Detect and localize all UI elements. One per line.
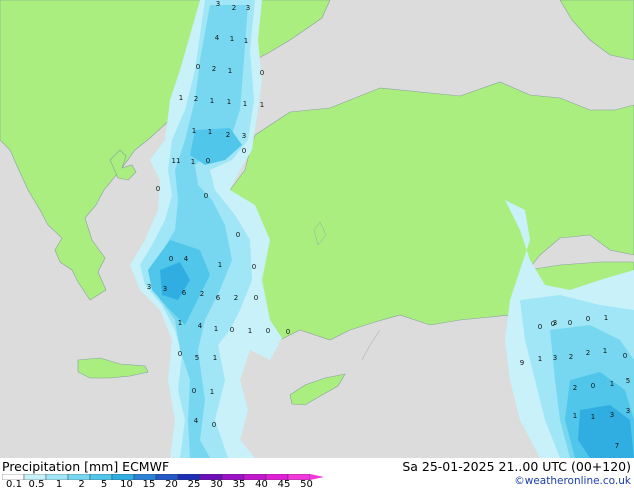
precip-value: 4 <box>184 255 189 263</box>
precip-value: 2 <box>226 131 230 139</box>
precip-value: 5 <box>626 377 630 385</box>
precip-value: 11 <box>172 157 181 165</box>
precip-value: 1 <box>243 100 247 108</box>
precip-value: 0 <box>196 63 200 71</box>
precip-value: 1 <box>610 380 614 388</box>
precip-value: 1 <box>603 347 607 355</box>
scale-tick-label: 2 <box>78 479 85 490</box>
precip-value: 1 <box>244 37 248 45</box>
precip-value: 2 <box>573 384 577 392</box>
precip-value: 1 <box>179 94 183 102</box>
scale-tick-label: 30 <box>210 479 223 490</box>
precip-value: 2 <box>586 349 590 357</box>
precip-value: 4 <box>194 417 199 425</box>
scale-tick-label: 50 <box>300 479 313 490</box>
precip-value: 0 <box>254 294 258 302</box>
precip-value: 0 <box>242 147 246 155</box>
precip-value: 0 <box>230 326 234 334</box>
precip-value: 3 <box>610 411 614 419</box>
scale-tick-label: 40 <box>255 479 268 490</box>
precip-value: 1 <box>248 327 252 335</box>
precip-value: 3 <box>246 4 250 12</box>
scale-tick-label: 45 <box>277 479 291 490</box>
scale-tick-label: 5 <box>100 479 108 490</box>
precip-value: 3 <box>242 132 246 140</box>
precip-value: 0 <box>286 328 290 336</box>
precip-value: 1 <box>191 158 195 166</box>
scale-tick-label: 1 <box>55 479 63 490</box>
precip-value: 1 <box>210 388 214 396</box>
precip-value: 3 <box>626 407 630 415</box>
precip-value: 1 <box>227 98 231 106</box>
scale-tick-label: 35 <box>232 479 246 490</box>
precip-value: 1 <box>178 319 182 327</box>
precipitation-map: 2 334 1 12 1001 2 1 1 1 11 1 2 3011 1 0000401 03 3 6 2 6 2 04… <box>0 0 634 458</box>
precip-value: 1 <box>192 127 196 135</box>
precip-value: 0 <box>260 69 264 77</box>
precip-value: 0 <box>192 387 196 395</box>
precip-value: 0 <box>568 319 572 327</box>
precip-value: 0 <box>204 192 208 200</box>
precip-value: 0 <box>623 352 627 360</box>
precip-value: 0 <box>252 263 256 271</box>
scale-tick-label: 20 <box>165 479 178 490</box>
precip-value: 6 <box>182 289 187 297</box>
precip-value: 0 <box>586 315 590 323</box>
scale-tick-label: 15 <box>142 479 156 490</box>
precip-value: 0 <box>236 231 240 239</box>
precip-value: 2 <box>234 294 238 302</box>
precip-value: 1 <box>208 128 212 136</box>
precip-value: 0 <box>178 350 182 358</box>
precip-value: 1 <box>604 314 608 322</box>
precip-value: 3 <box>163 285 167 293</box>
precip-value: 0 <box>169 255 173 263</box>
precip-value: 0 <box>206 157 210 165</box>
scale-tick-label: 10 <box>120 479 133 490</box>
precip-value: 1 <box>213 354 217 362</box>
scale-tick-label: 25 <box>187 479 201 490</box>
scale-tick-label: 0.1 <box>6 479 22 490</box>
valid-time: Sa 25-01-2025 21..00 UTC (00+120) <box>402 459 631 474</box>
precip-value: 2 <box>200 290 204 298</box>
precip-value: 1 <box>230 35 234 43</box>
precip-value: 3 <box>216 0 220 8</box>
precip-value: 4 <box>198 322 203 330</box>
precip-value: 5 <box>195 354 199 362</box>
precip-value: 1 <box>591 413 595 421</box>
precip-value: 3 <box>147 283 151 291</box>
credit-link[interactable]: ©weatheronline.co.uk <box>514 475 631 487</box>
precip-value: 0 <box>156 185 160 193</box>
precip-value: 1 <box>228 67 232 75</box>
precip-value: 4 <box>215 34 220 42</box>
precip-value: 0 <box>538 323 542 331</box>
precip-value: 0 <box>551 320 555 328</box>
precip-value: 1 <box>538 355 542 363</box>
precip-value: 0 <box>212 421 216 429</box>
precip-value: 6 <box>216 294 221 302</box>
precip-value: 2 <box>232 4 236 12</box>
precip-value: 9 <box>520 359 524 367</box>
precip-value: 3 <box>553 354 557 362</box>
precip-value: 7 <box>615 442 619 450</box>
precip-value: 1 <box>260 101 264 109</box>
precip-value: 1 <box>210 97 214 105</box>
precip-value: 1 <box>573 412 577 420</box>
map-title: Precipitation [mm] ECMWF <box>2 459 170 474</box>
scale-tick-label: 0.5 <box>28 479 45 490</box>
precip-value: 2 <box>569 353 573 361</box>
precip-value: 2 <box>194 95 198 103</box>
precip-value: 0 <box>591 382 595 390</box>
precip-value: 1 <box>214 325 218 333</box>
precip-value: 0 <box>266 327 270 335</box>
precip-value: 2 <box>212 65 216 73</box>
precip-value: 1 <box>218 261 222 269</box>
